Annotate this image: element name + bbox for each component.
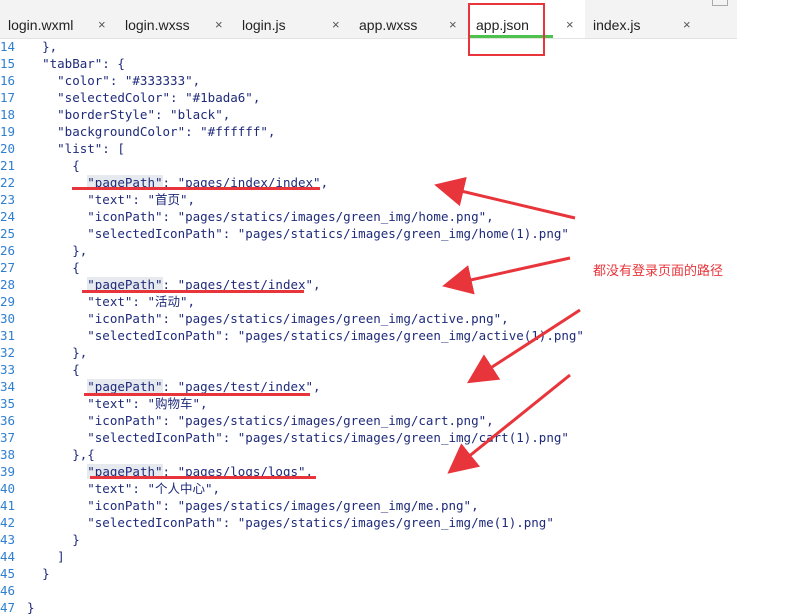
annotation-arrows — [434, 176, 581, 474]
arrow-to-pagepath-4 — [447, 373, 571, 474]
annotation-note: 都没有登录页面的路径 — [593, 264, 724, 279]
arrow-to-pagepath-3 — [466, 308, 581, 384]
arrow-to-pagepath-1 — [434, 176, 576, 220]
arrow-to-pagepath-2 — [442, 256, 571, 295]
